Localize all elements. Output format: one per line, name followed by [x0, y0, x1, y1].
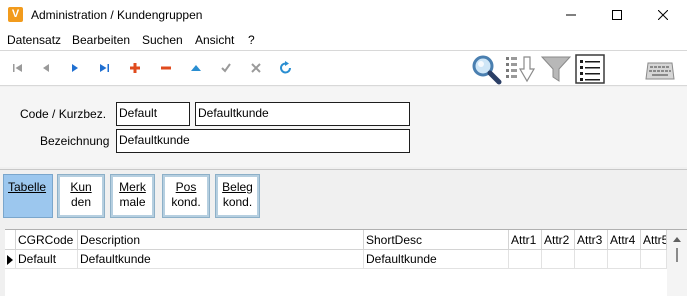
tab-poskond-line2: kond. [171, 195, 201, 209]
column-header-attr4[interactable]: Attr4 [608, 230, 641, 250]
previous-record-button[interactable] [37, 59, 55, 77]
menu-ansicht[interactable]: Ansicht [195, 33, 234, 47]
cancel-button[interactable] [247, 59, 265, 77]
menu-datensatz[interactable]: Datensatz [7, 33, 61, 47]
kurzbez-field[interactable]: Defaultkunde [195, 102, 410, 126]
delete-record-icon [161, 66, 171, 70]
tab-kunden-line2: den [70, 195, 92, 209]
tab-poskond-line1: Pos [175, 180, 197, 194]
table-cell-attr2[interactable] [542, 250, 575, 269]
edit-record-icon [191, 65, 201, 71]
tab-tabelle[interactable]: Tabelle [3, 174, 53, 218]
last-record-button[interactable] [96, 59, 114, 77]
first-record-button[interactable] [9, 59, 27, 77]
edit-record-button[interactable] [187, 59, 205, 77]
table-cell-attr3[interactable] [575, 250, 608, 269]
data-grid[interactable]: CGRCode Description ShortDesc Attr1 Attr… [5, 229, 687, 296]
menu-suchen[interactable]: Suchen [142, 33, 183, 47]
tab-tabelle-label: Tabelle [8, 180, 47, 194]
column-header-attr3[interactable]: Attr3 [575, 230, 608, 250]
sort-icon [506, 56, 536, 83]
tab-kunden[interactable]: Kun den [57, 174, 105, 218]
close-icon [658, 10, 668, 20]
menu-bar: Datensatz Bearbeiten Suchen Ansicht ? [0, 30, 687, 50]
keyboard-icon [645, 62, 675, 80]
search-button[interactable] [470, 53, 502, 85]
window-title: Administration / Kundengruppen [31, 8, 203, 22]
bezeichnung-label: Bezeichnung [40, 134, 110, 148]
confirm-button[interactable] [217, 59, 235, 77]
table-cell-shortdesc[interactable]: Defaultkunde [364, 250, 509, 269]
table-cell-cgrcode[interactable]: Default [16, 250, 78, 269]
tab-belegkond-line2: kond. [222, 195, 253, 209]
filter-icon [540, 56, 572, 82]
vertical-scrollbar[interactable] [667, 230, 687, 296]
row-indicator [5, 250, 16, 269]
delete-record-button[interactable] [157, 59, 175, 77]
tab-merkmale[interactable]: Merk male [110, 174, 155, 218]
table-cell-description[interactable]: Defaultkunde [78, 250, 364, 269]
column-header-attr5[interactable]: Attr5 [641, 230, 667, 250]
confirm-icon [221, 63, 231, 73]
last-record-icon [100, 64, 109, 72]
grid-indicator-header [5, 230, 16, 250]
next-record-button[interactable] [66, 59, 84, 77]
tab-merkmale-line2: male [119, 195, 146, 209]
next-record-icon [72, 64, 78, 72]
title-bar: V Administration / Kundengruppen [0, 0, 687, 30]
column-header-attr1[interactable]: Attr1 [509, 230, 542, 250]
scroll-up-arrow-icon [673, 237, 681, 242]
tab-kunden-line1: Kun [70, 180, 92, 194]
previous-record-icon [43, 64, 49, 72]
tab-belegkond-line1: Beleg [222, 180, 253, 194]
form-panel: Code / Kurzbez. Default Defaultkunde Bez… [0, 87, 687, 167]
add-record-icon [130, 63, 140, 73]
keyboard-button[interactable] [644, 55, 676, 83]
column-header-attr2[interactable]: Attr2 [542, 230, 575, 250]
list-view-button[interactable] [575, 54, 607, 84]
toolbar [0, 50, 687, 86]
first-record-icon [13, 64, 22, 72]
minimize-icon [566, 14, 576, 16]
column-header-cgrcode[interactable]: CGRCode [16, 230, 78, 250]
sort-button[interactable] [505, 54, 537, 84]
code-field[interactable]: Default [116, 102, 190, 126]
refresh-button[interactable] [277, 59, 295, 77]
tab-poskond[interactable]: Pos kond. [162, 174, 210, 218]
close-button[interactable] [640, 0, 686, 30]
table-cell-attr4[interactable] [608, 250, 641, 269]
tab-belegkond[interactable]: Beleg kond. [215, 174, 260, 218]
search-magnifier-icon [472, 55, 502, 85]
app-icon: V [8, 7, 23, 22]
maximize-button[interactable] [594, 0, 640, 30]
menu-bearbeiten[interactable]: Bearbeiten [72, 33, 130, 47]
maximize-icon [612, 10, 622, 20]
tab-merkmale-line1: Merk [119, 180, 146, 194]
column-header-description[interactable]: Description [78, 230, 364, 250]
column-header-shortdesc[interactable]: ShortDesc [364, 230, 509, 250]
table-cell-attr1[interactable] [509, 250, 542, 269]
menu-help[interactable]: ? [248, 33, 255, 47]
minimize-button[interactable] [548, 0, 594, 30]
cancel-icon [251, 63, 261, 73]
bezeichnung-field[interactable]: Defaultkunde [116, 129, 410, 153]
current-row-arrow-icon [7, 255, 13, 265]
list-view-icon [575, 54, 605, 84]
table-cell-attr5[interactable] [641, 250, 667, 269]
scrollbar-thumb[interactable] [676, 248, 678, 262]
add-record-button[interactable] [126, 59, 144, 77]
refresh-icon [280, 61, 291, 74]
code-label: Code / Kurzbez. [20, 107, 107, 121]
tab-row: Tabelle Kun den Merk male Pos kond. Bele… [0, 169, 687, 229]
filter-button[interactable] [540, 54, 572, 84]
